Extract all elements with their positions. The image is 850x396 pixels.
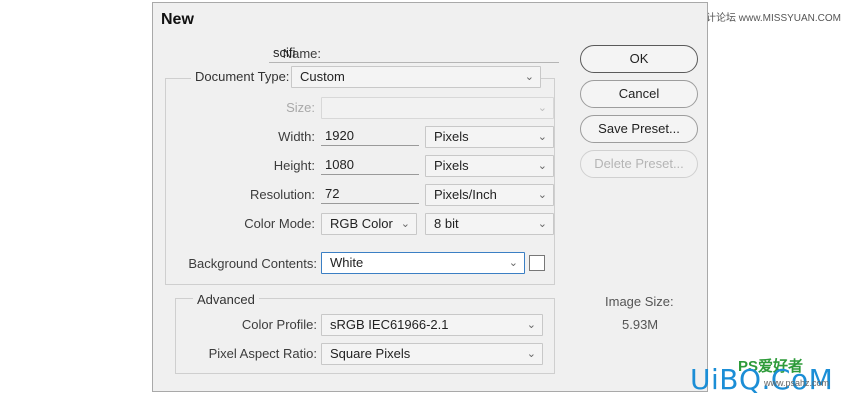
height-unit-value: Pixels xyxy=(434,158,469,173)
background-contents-value: White xyxy=(330,255,364,270)
advanced-title: Advanced xyxy=(193,292,259,307)
width-input[interactable]: 1920 xyxy=(321,126,419,146)
color-mode-label: Color Mode: xyxy=(244,216,315,231)
resolution-unit-value: Pixels/Inch xyxy=(434,187,497,202)
document-type-value: Custom xyxy=(300,69,345,84)
color-profile-label: Color Profile: xyxy=(241,317,317,332)
name-input[interactable]: scifi xyxy=(269,43,559,63)
chevron-down-icon: ⌄ xyxy=(537,160,547,172)
cancel-button[interactable]: Cancel xyxy=(580,80,698,108)
background-contents-select[interactable]: White ⌄ xyxy=(321,252,525,274)
height-input[interactable]: 1080 xyxy=(321,155,419,175)
width-label: Width: xyxy=(278,129,315,144)
chevron-down-icon: ⌄ xyxy=(537,131,547,143)
dialog-title: New xyxy=(161,11,194,28)
size-label: Size: xyxy=(286,100,315,115)
document-type-select[interactable]: Custom ⌄ xyxy=(291,66,541,88)
new-document-dialog: New Name: scifi Document Type: Custom ⌄ … xyxy=(152,2,708,392)
color-mode-value: RGB Color xyxy=(330,216,393,231)
height-label: Height: xyxy=(273,158,315,173)
chevron-down-icon: ⌄ xyxy=(400,218,410,230)
chevron-down-icon: ⌄ xyxy=(537,102,547,114)
image-size-label: Image Size: xyxy=(605,294,674,309)
pixel-aspect-ratio-select[interactable]: Square Pixels ⌄ xyxy=(321,343,543,365)
chevron-down-icon: ⌄ xyxy=(526,319,536,331)
color-profile-select[interactable]: sRGB IEC61966-2.1 ⌄ xyxy=(321,314,543,336)
color-profile-value: sRGB IEC61966-2.1 xyxy=(330,317,449,332)
background-contents-label: Background Contents: xyxy=(188,256,317,271)
chevron-down-icon: ⌄ xyxy=(508,257,518,269)
width-unit-value: Pixels xyxy=(434,129,469,144)
background-color-swatch[interactable] xyxy=(529,255,545,271)
pixel-aspect-ratio-value: Square Pixels xyxy=(330,346,411,361)
resolution-input[interactable]: 72 xyxy=(321,184,419,204)
watermark-url: www.psahz.com xyxy=(764,378,830,388)
chevron-down-icon: ⌄ xyxy=(526,348,536,360)
document-type-label: Document Type: xyxy=(191,69,294,84)
height-unit-select[interactable]: Pixels ⌄ xyxy=(425,155,554,177)
pixel-aspect-ratio-label: Pixel Aspect Ratio: xyxy=(208,346,317,361)
resolution-unit-select[interactable]: Pixels/Inch ⌄ xyxy=(425,184,554,206)
chevron-down-icon: ⌄ xyxy=(537,218,547,230)
save-preset-button[interactable]: Save Preset... xyxy=(580,115,698,143)
width-unit-select[interactable]: Pixels ⌄ xyxy=(425,126,554,148)
color-mode-select[interactable]: RGB Color ⌄ xyxy=(321,213,417,235)
bit-depth-value: 8 bit xyxy=(434,216,459,231)
ok-button[interactable]: OK xyxy=(580,45,698,73)
bit-depth-select[interactable]: 8 bit ⌄ xyxy=(425,213,554,235)
chevron-down-icon: ⌄ xyxy=(524,71,534,83)
resolution-label: Resolution: xyxy=(249,187,315,202)
delete-preset-button: Delete Preset... xyxy=(580,150,698,178)
size-select: ⌄ xyxy=(321,97,554,119)
chevron-down-icon: ⌄ xyxy=(537,189,547,201)
image-size-value: 5.93M xyxy=(622,317,659,332)
